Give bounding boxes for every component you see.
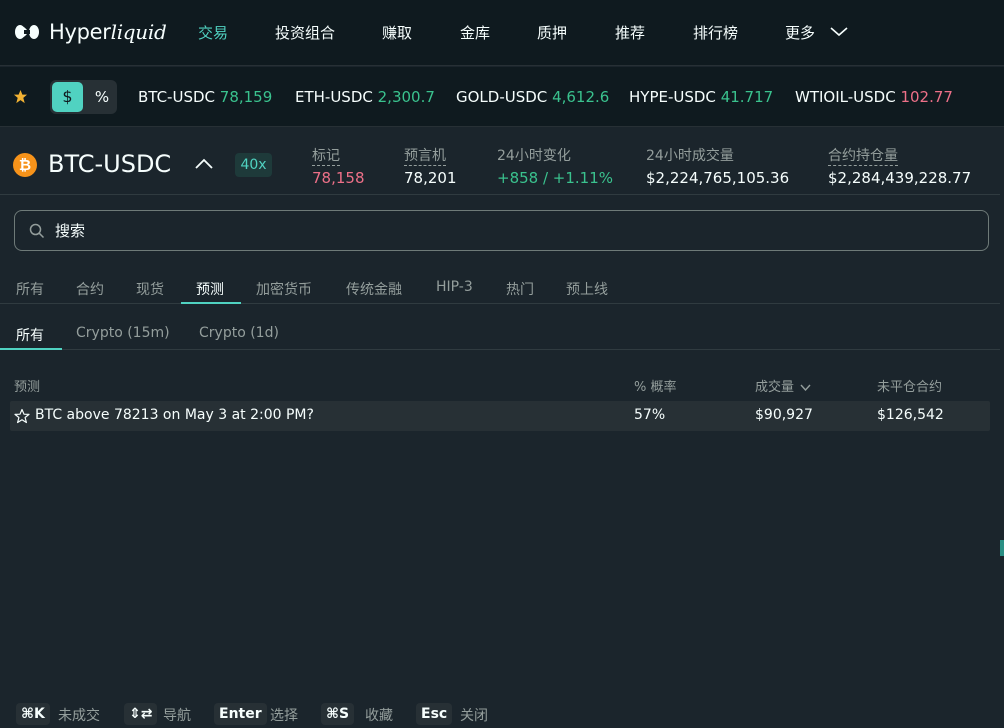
shortcut-key-select: Enter — [214, 703, 267, 725]
toggle-percent-option[interactable]: % — [90, 80, 114, 114]
stat-label-24h-change: 24小时变化 — [497, 148, 571, 164]
market-selector-name[interactable]: BTC-USDC — [48, 150, 171, 178]
stat-label-oracle: 预言机 — [404, 145, 446, 166]
subtab-crypto-1d[interactable]: Crypto (1d) — [199, 325, 279, 341]
column-header-volume[interactable]: 成交量 — [755, 376, 811, 395]
tab-perps[interactable]: 合约 — [76, 279, 104, 299]
nav-item-trade[interactable]: 交易 — [198, 22, 228, 43]
ticker-item-btc[interactable]: BTC-USDC 78,159 — [138, 88, 272, 106]
search-icon — [29, 223, 45, 239]
stat-value-oracle: 78,201 — [404, 169, 457, 187]
star-outline-icon[interactable] — [14, 408, 30, 424]
subtab-all[interactable]: 所有 — [16, 325, 44, 345]
stat-value-open-interest: $2,284,439,228.77 — [828, 169, 972, 187]
tab-crypto[interactable]: 加密货币 — [256, 279, 312, 299]
shortcut-label-open-orders: 未成交 — [58, 708, 100, 724]
nav-item-staking[interactable]: 质押 — [537, 22, 567, 43]
shortcut-key-open-orders: ⌘K — [16, 703, 50, 725]
nav-item-more[interactable]: 更多 — [785, 22, 815, 43]
column-header-prediction[interactable]: 预测 — [14, 376, 40, 395]
prediction-volume: $90,927 — [755, 407, 813, 423]
active-tab-indicator — [181, 302, 241, 304]
hyperliquid-logo-icon — [15, 25, 39, 39]
chevron-up-icon[interactable] — [195, 158, 213, 170]
chevron-down-icon[interactable] — [830, 27, 848, 37]
subtab-crypto-15m[interactable]: Crypto (15m) — [76, 325, 170, 341]
nav-item-leaderboard[interactable]: 排行榜 — [693, 22, 738, 43]
shortcut-label-close: 关闭 — [460, 708, 488, 724]
ticker-item-gold[interactable]: GOLD-USDC 4,612.6 — [456, 88, 609, 106]
column-header-open-interest[interactable]: 未平仓合约 — [877, 376, 942, 395]
ticker-item-hype[interactable]: HYPE-USDC 41.717 — [629, 88, 773, 106]
tab-spot[interactable]: 现货 — [136, 279, 164, 299]
stat-value-mark: 78,158 — [312, 169, 365, 187]
shortcut-label-navigate: 导航 — [163, 708, 191, 724]
category-tabs: 所有 合约 现货 预测 加密货币 传统金融 HIP-3 热门 预上线 — [0, 270, 1000, 304]
leverage-badge: 40x — [235, 153, 272, 177]
sort-descending-icon — [800, 384, 811, 391]
price-display-toggle[interactable]: $ % — [50, 80, 117, 114]
shortcut-key-close: Esc — [416, 703, 453, 725]
table-row[interactable]: BTC above 78213 on May 3 at 2:00 PM? 57%… — [10, 401, 990, 431]
search-box[interactable] — [14, 210, 989, 251]
active-subtab-indicator — [0, 348, 62, 350]
tab-all[interactable]: 所有 — [16, 279, 44, 299]
bitcoin-icon: ₿ — [13, 153, 37, 177]
nav-item-vaults[interactable]: 金库 — [460, 22, 490, 43]
star-filled-icon[interactable] — [13, 89, 28, 104]
prediction-probability: 57% — [634, 407, 666, 423]
nav-item-earn[interactable]: 赚取 — [382, 22, 412, 43]
ticker-item-eth[interactable]: ETH-USDC 2,300.7 — [295, 88, 435, 106]
ticker-item-wtioil[interactable]: WTIOIL-USDC 102.77 — [795, 88, 953, 106]
stat-label-mark: 标记 — [312, 145, 340, 166]
tab-hip3[interactable]: HIP-3 — [436, 279, 473, 295]
toggle-dollar-option[interactable]: $ — [52, 82, 83, 112]
stat-label-24h-volume: 24小时成交量 — [646, 148, 734, 164]
svg-text:₿: ₿ — [19, 156, 31, 174]
logo-text: Hyperliquid — [49, 20, 167, 44]
stat-value-24h-change: +858 / +1.11% — [497, 169, 614, 187]
tab-trending[interactable]: 热门 — [506, 279, 534, 299]
shortcut-key-navigate: ⇕⇄ — [124, 703, 158, 725]
nav-item-referrals[interactable]: 推荐 — [615, 22, 645, 43]
nav-item-portfolio[interactable]: 投资组合 — [275, 22, 335, 43]
search-input[interactable] — [55, 211, 975, 250]
column-header-probability[interactable]: % 概率 — [634, 376, 677, 395]
shortcut-label-select: 选择 — [270, 708, 298, 724]
sub-category-tabs: 所有 Crypto (15m) Crypto (1d) — [0, 318, 1000, 350]
prediction-open-interest: $126,542 — [877, 407, 944, 423]
prediction-title: BTC above 78213 on May 3 at 2:00 PM? — [35, 407, 314, 423]
shortcut-key-favorite: ⌘S — [321, 703, 355, 725]
tab-predictions[interactable]: 预测 — [196, 279, 224, 299]
tab-pre-launch[interactable]: 预上线 — [566, 279, 608, 299]
stat-label-open-interest: 合约持仓量 — [828, 145, 898, 166]
scroll-indicator — [1000, 540, 1004, 556]
shortcut-label-favorite: 收藏 — [365, 708, 393, 724]
stat-value-24h-volume: $2,224,765,105.36 — [646, 169, 790, 187]
tab-tradfi[interactable]: 传统金融 — [346, 279, 402, 299]
top-navigation: Hyperliquid 交易 投资组合 赚取 金库 质押 推荐 排行榜 更多 — [0, 0, 1004, 66]
hyperliquid-logo[interactable]: Hyperliquid — [13, 19, 167, 45]
